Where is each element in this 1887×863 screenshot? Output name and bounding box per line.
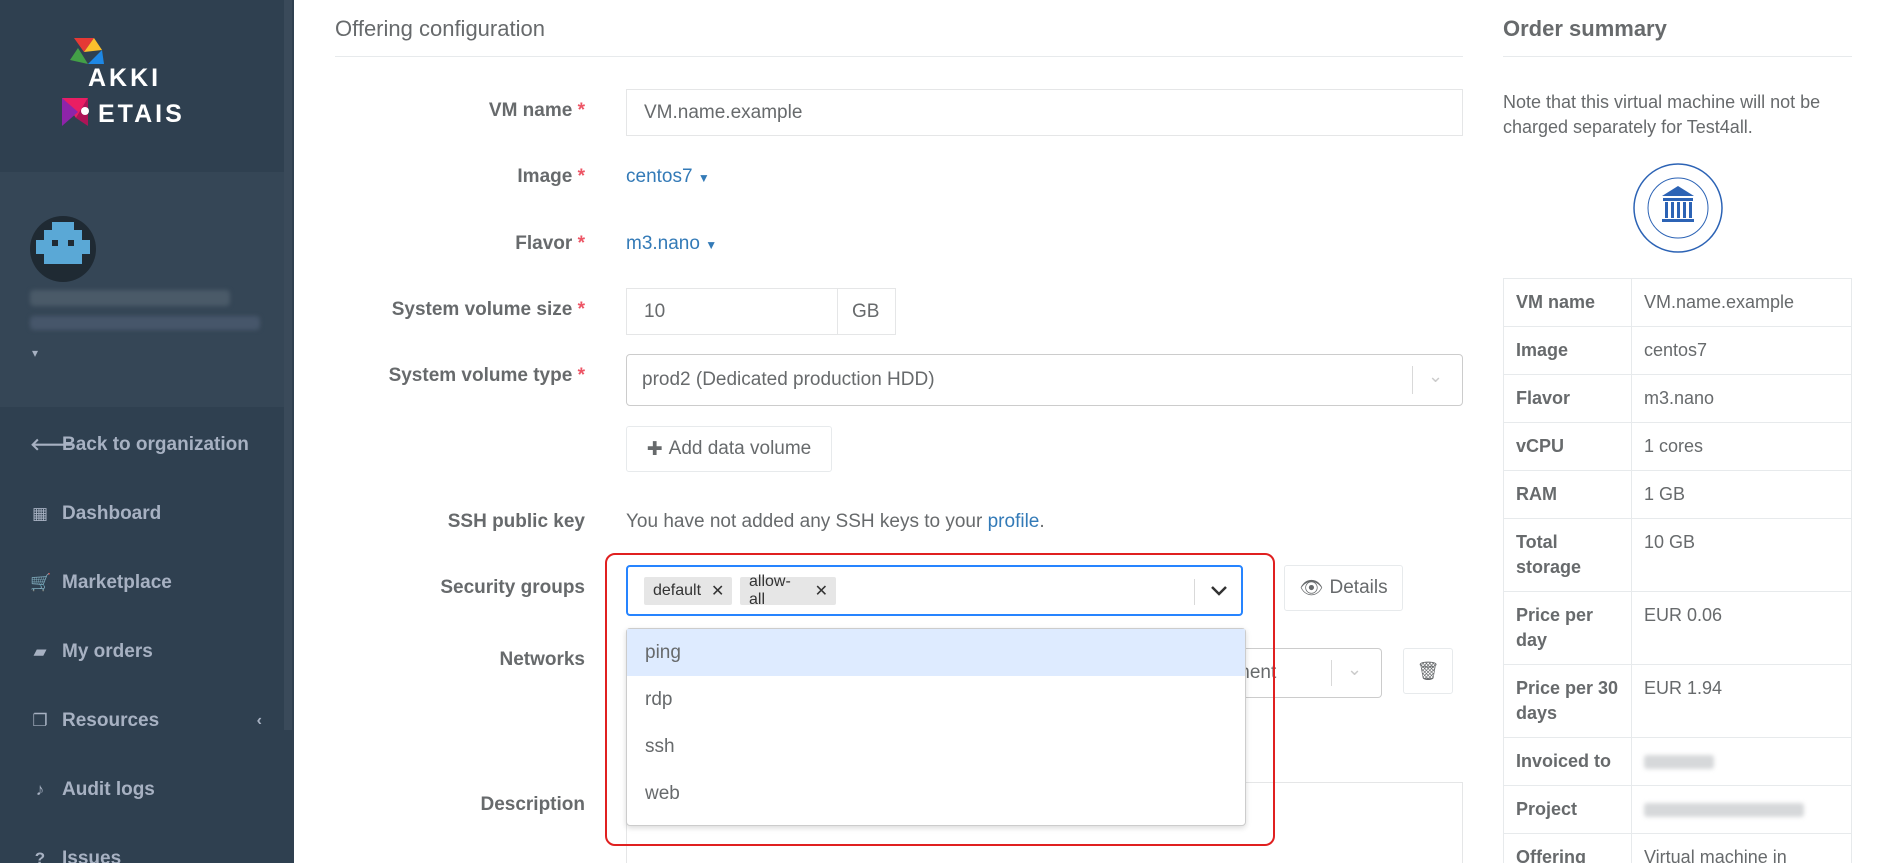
security-groups-label: Security groups — [440, 577, 585, 598]
table-row: Price per 30 days EUR 1.94 — [1503, 664, 1852, 738]
sidebar-item-issues[interactable]: ? Issues — [0, 824, 284, 863]
image-dropdown[interactable]: centos7 ▼ — [626, 166, 710, 188]
logo-text-akki: AKKI — [88, 64, 162, 92]
select-separator — [1331, 660, 1332, 686]
image-label: Image * — [517, 166, 585, 187]
offering-configuration-title: Offering configuration — [335, 16, 545, 41]
flavor-label: Flavor * — [515, 233, 585, 254]
details-button[interactable]: 👁 Details — [1284, 565, 1403, 611]
order-summary-table: VM name VM.name.example Image centos7 Flav… — [1503, 278, 1852, 863]
title-divider — [335, 56, 1463, 57]
table-row: Invoiced to — [1503, 737, 1852, 786]
ssh-message: You have not added any SSH keys to your … — [626, 511, 1045, 532]
sidebar-item-label: My orders — [62, 640, 153, 662]
system-volume-type-select[interactable]: prod2 (Dedicated production HDD) — [626, 354, 1463, 406]
university-seal-icon — [1633, 163, 1723, 253]
delete-network-button[interactable]: 🗑 — [1403, 648, 1453, 694]
chevron-down-icon[interactable]: ⌄ — [1347, 659, 1362, 680]
sidebar-item-back-to-organization[interactable]: 🡐 Back to organization — [0, 410, 284, 479]
sidebar-item-label: Resources — [62, 709, 160, 731]
logo-text-etais: ETAIS — [98, 100, 185, 128]
caret-down-icon[interactable]: ▾ — [32, 346, 38, 360]
sidebar-item-label: Audit logs — [62, 778, 155, 800]
system-volume-size-label: System volume size * — [391, 299, 585, 320]
sidebar-item-dashboard[interactable]: ▦ Dashboard — [0, 479, 284, 548]
redacted-value — [1644, 803, 1804, 818]
vm-name-label: VM name * — [488, 100, 585, 121]
plus-icon: ✚ — [646, 438, 663, 460]
sidebar-item-label: Back to organization — [62, 433, 249, 455]
chevron-left-icon[interactable]: ‹ — [257, 712, 262, 730]
logo-area: AKKI ETAIS — [0, 0, 284, 172]
highlight-annotation — [605, 553, 1275, 846]
avatar — [30, 216, 96, 282]
networks-label: Networks — [499, 649, 585, 670]
cart-icon: 🛒 — [30, 572, 52, 592]
summary-divider — [1503, 56, 1852, 57]
eye-icon: 👁 — [1299, 578, 1324, 599]
table-row: vCPU 1 cores — [1503, 422, 1852, 471]
trash-icon: 🗑 — [1416, 660, 1440, 681]
ssh-public-key-label: SSH public key — [447, 511, 585, 532]
system-volume-size-input[interactable]: 10 — [626, 288, 838, 335]
add-data-volume-button[interactable]: ✚ Add data volume — [626, 426, 832, 472]
profile-name-redacted — [30, 290, 230, 306]
select-separator — [1412, 366, 1413, 394]
description-label: Description — [480, 794, 585, 815]
redacted-value — [1644, 755, 1714, 770]
sidebar: AKKI ETAIS ▾ 🡐 Back to organization ▦ Da… — [0, 0, 294, 863]
profile-section[interactable]: ▾ — [0, 172, 284, 407]
table-row: Total storage 10 GB — [1503, 518, 1852, 592]
table-row: Price per day EUR 0.06 — [1503, 591, 1852, 665]
sidebar-item-my-orders[interactable]: ▰ My orders — [0, 617, 284, 686]
sidebar-scrollbar[interactable] — [284, 0, 292, 730]
profile-role-redacted — [30, 316, 260, 330]
question-icon: ? — [34, 848, 46, 863]
grid-icon: ▦ — [31, 503, 49, 523]
sidebar-item-resources[interactable]: ❐ Resources ‹ — [0, 686, 284, 755]
sidebar-item-label: Issues — [62, 847, 122, 863]
arrow-left-icon: 🡐 — [30, 434, 76, 454]
sidebar-nav: 🡐 Back to organization ▦ Dashboard 🛒 Mar… — [0, 410, 284, 863]
table-row: VM name VM.name.example — [1503, 278, 1852, 327]
order-summary-title: Order summary — [1503, 16, 1667, 41]
sidebar-item-label: Dashboard — [62, 502, 162, 524]
system-volume-type-label: System volume type * — [388, 365, 585, 386]
copy-icon: ❐ — [32, 710, 48, 730]
summary-note: Note that this virtual machine will not … — [1503, 92, 1821, 137]
flavor-dropdown[interactable]: m3.nano ▼ — [626, 233, 717, 255]
table-row: Offering Virtual machine in — [1503, 833, 1852, 863]
profile-link[interactable]: profile — [988, 511, 1040, 532]
table-row: Flavor m3.nano — [1503, 374, 1852, 423]
sidebar-item-marketplace[interactable]: 🛒 Marketplace — [0, 548, 284, 617]
table-row: Project — [1503, 785, 1852, 834]
sidebar-item-audit-logs[interactable]: ♪ Audit logs — [0, 755, 284, 824]
folder-icon: ▰ — [33, 641, 47, 661]
volume-unit-addon: GB — [837, 288, 896, 335]
table-row: RAM 1 GB — [1503, 470, 1852, 519]
vm-name-input[interactable]: VM.name.example — [626, 89, 1463, 136]
bell-icon: ♪ — [35, 779, 45, 799]
chevron-down-icon[interactable]: ⌄ — [1428, 366, 1443, 387]
table-row: Image centos7 — [1503, 326, 1852, 375]
sidebar-item-label: Marketplace — [62, 571, 172, 593]
